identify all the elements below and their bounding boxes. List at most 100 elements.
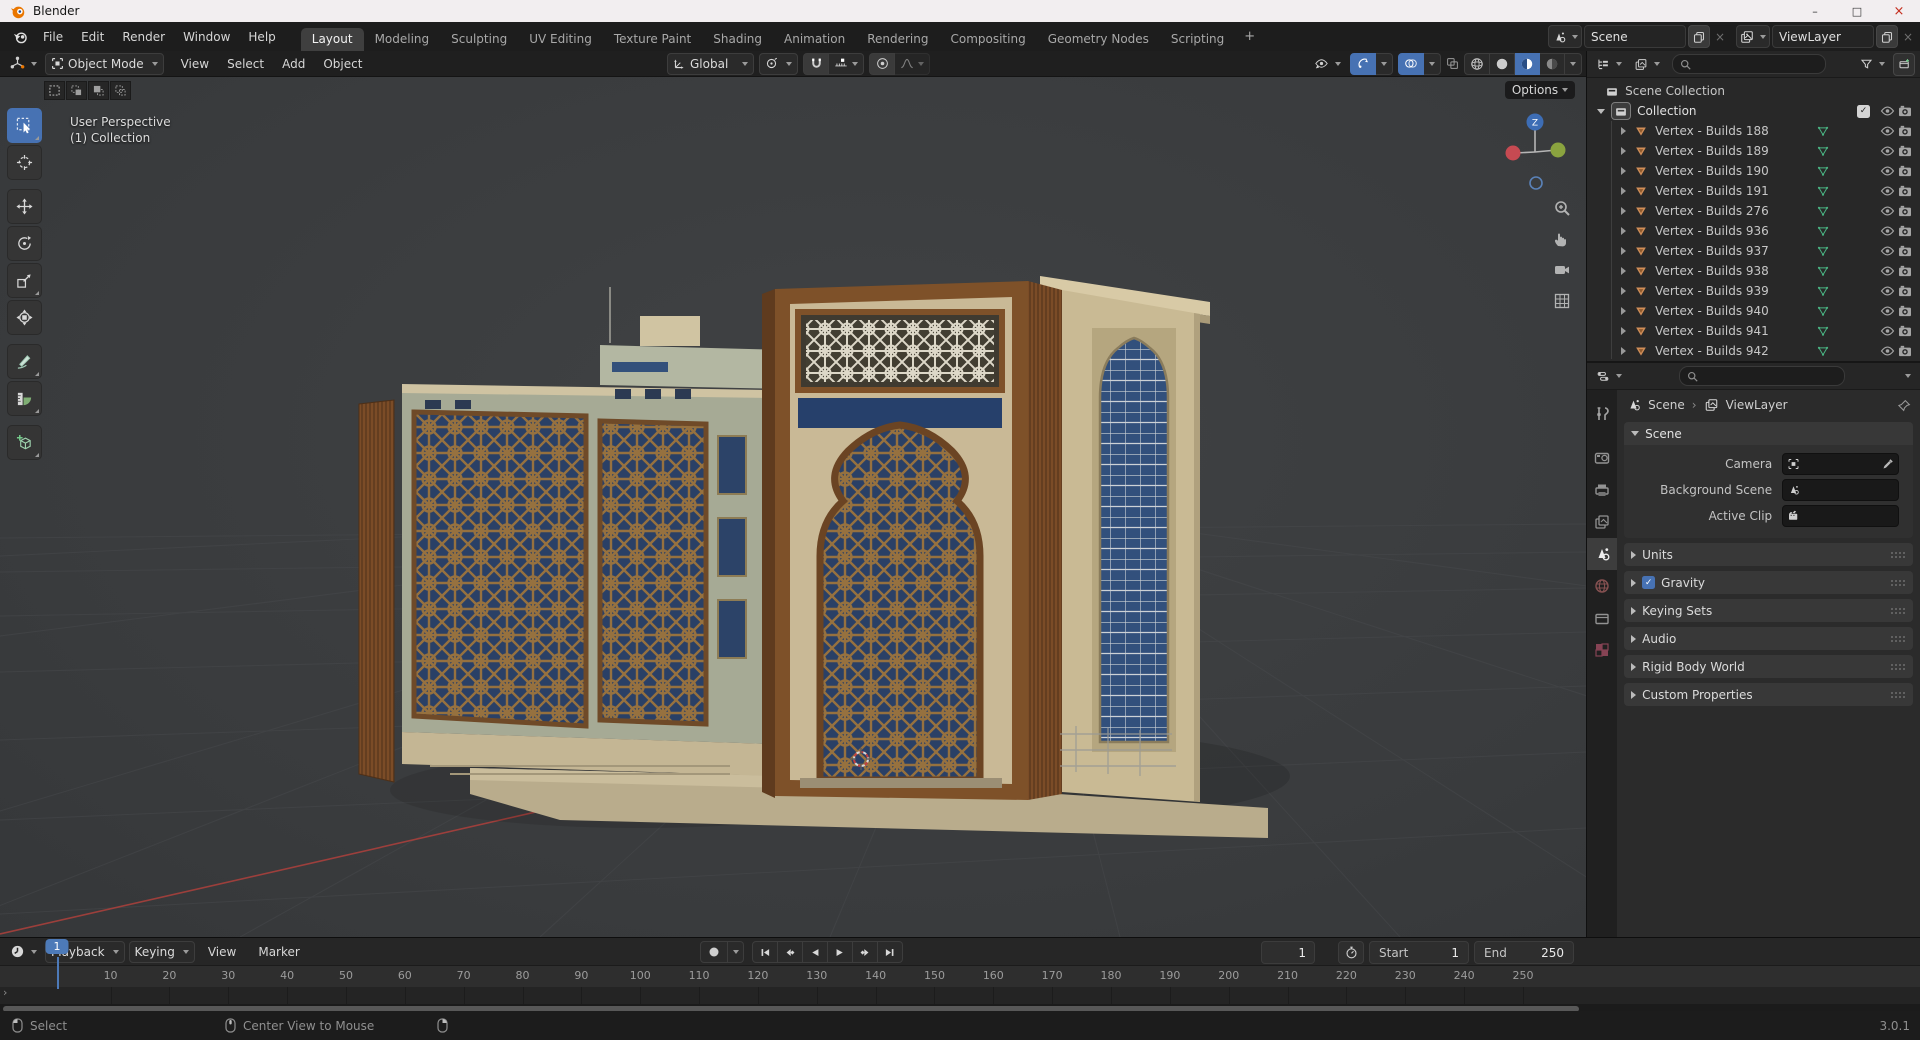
object-hide-eye-icon[interactable] xyxy=(1878,345,1896,357)
object-expand-icon[interactable] xyxy=(1621,267,1627,275)
close-button[interactable]: × xyxy=(1878,0,1920,22)
overlays-toggle[interactable] xyxy=(1398,52,1425,75)
timeline-editor-type-button[interactable] xyxy=(6,942,41,962)
select-mode-intersect[interactable] xyxy=(110,81,131,100)
keying-dropdown[interactable]: Keying xyxy=(128,940,195,963)
outliner-object-row[interactable]: Vertex - Builds 937 xyxy=(1587,241,1920,261)
property-panel-header[interactable]: ✓ Gravity xyxy=(1624,571,1913,594)
new-view-layer-button[interactable] xyxy=(1876,25,1898,48)
panel-grip-handle[interactable] xyxy=(1890,634,1906,643)
object-hide-eye-icon[interactable] xyxy=(1878,225,1896,237)
outliner-object-row[interactable]: Vertex - Builds 189 xyxy=(1587,141,1920,161)
object-expand-icon[interactable] xyxy=(1621,347,1627,355)
use-preview-range-button[interactable] xyxy=(1338,941,1364,964)
editor-type-button[interactable] xyxy=(6,54,41,74)
snap-settings-dropdown[interactable] xyxy=(829,52,865,75)
options-dropdown[interactable]: Options xyxy=(1504,81,1576,99)
shading-rendered-button[interactable] xyxy=(1540,52,1566,75)
workspace-tab[interactable]: Layout xyxy=(300,28,364,51)
gizmos-dropdown[interactable] xyxy=(1376,52,1394,75)
menu-item[interactable]: File xyxy=(34,28,72,46)
viewport-menu-item[interactable]: Select xyxy=(218,55,273,73)
camera-field[interactable] xyxy=(1782,453,1899,475)
breadcrumb-view-layer[interactable]: ViewLayer xyxy=(1726,398,1788,412)
pin-icon[interactable] xyxy=(1898,399,1911,412)
tool-transform[interactable] xyxy=(7,300,42,335)
menu-item[interactable]: Help xyxy=(239,28,284,46)
object-expand-icon[interactable] xyxy=(1621,187,1627,195)
play-button[interactable] xyxy=(828,941,853,963)
object-hide-eye-icon[interactable] xyxy=(1878,185,1896,197)
object-expand-icon[interactable] xyxy=(1621,227,1627,235)
object-render-camera-icon[interactable] xyxy=(1896,325,1914,337)
shading-dropdown[interactable] xyxy=(1565,52,1583,75)
properties-editor-type-button[interactable] xyxy=(1592,367,1626,385)
object-expand-icon[interactable] xyxy=(1621,247,1627,255)
object-hide-eye-icon[interactable] xyxy=(1878,325,1896,337)
zoom-icon[interactable] xyxy=(1551,197,1573,219)
outliner-object-row[interactable]: Vertex - Builds 188 xyxy=(1587,121,1920,141)
camera-view-icon[interactable] xyxy=(1551,259,1573,281)
tool-cursor[interactable] xyxy=(7,145,42,180)
object-expand-icon[interactable] xyxy=(1621,167,1627,175)
object-render-camera-icon[interactable] xyxy=(1896,225,1914,237)
current-frame-field[interactable]: 1 xyxy=(1261,941,1315,964)
scene-panel-header[interactable]: Scene xyxy=(1624,422,1913,445)
outliner-object-row[interactable]: Vertex - Builds 939 xyxy=(1587,281,1920,301)
object-expand-icon[interactable] xyxy=(1621,147,1627,155)
blender-menu-icon[interactable] xyxy=(6,30,34,44)
workspace-tab[interactable]: Texture Paint xyxy=(603,28,702,51)
outliner-object-row[interactable]: Vertex - Builds 940 xyxy=(1587,301,1920,321)
object-hide-eye-icon[interactable] xyxy=(1878,125,1896,137)
tab-collection[interactable] xyxy=(1587,602,1617,634)
object-render-camera-icon[interactable] xyxy=(1896,125,1914,137)
select-mode-subtract[interactable] xyxy=(88,81,109,100)
outliner-object-row[interactable]: Vertex - Builds 942 xyxy=(1587,341,1920,361)
tool-measure[interactable] xyxy=(7,381,42,416)
outliner-row-collection[interactable]: Collection ✓ xyxy=(1587,101,1920,121)
tab-output[interactable] xyxy=(1587,474,1617,506)
active-clip-field[interactable] xyxy=(1782,505,1899,527)
properties-search-input[interactable] xyxy=(1678,366,1845,386)
tab-texture[interactable] xyxy=(1587,634,1617,666)
visibility-dropdown[interactable] xyxy=(1310,54,1345,74)
collection-expand-icon[interactable] xyxy=(1597,108,1606,114)
object-render-camera-icon[interactable] xyxy=(1896,265,1914,277)
panel-grip-handle[interactable] xyxy=(1890,606,1906,615)
object-render-camera-icon[interactable] xyxy=(1896,165,1914,177)
pivot-point-dropdown[interactable] xyxy=(759,52,799,75)
new-collection-button[interactable] xyxy=(1893,52,1915,76)
outliner-object-row[interactable]: Vertex - Builds 938 xyxy=(1587,261,1920,281)
frame-start-field[interactable]: Start 1 xyxy=(1369,941,1469,964)
timeline-ruler[interactable]: 10 20 30 40 50 60 70 80 90 100 110 120 130 140 150 160 1… xyxy=(0,966,1920,987)
scene-browse-button[interactable] xyxy=(1548,25,1582,48)
object-hide-eye-icon[interactable] xyxy=(1878,145,1896,157)
select-mode-extend[interactable] xyxy=(66,81,87,100)
view-layer-browse-button[interactable] xyxy=(1736,25,1770,48)
scene-name-field[interactable]: Scene xyxy=(1584,25,1686,48)
tab-scene[interactable] xyxy=(1587,538,1618,570)
tool-tweak-select-box[interactable] xyxy=(7,108,42,143)
workspace-tab[interactable]: UV Editing xyxy=(518,28,603,51)
timeline-view-menu[interactable]: View xyxy=(199,943,245,961)
object-hide-eye-icon[interactable] xyxy=(1878,265,1896,277)
overlays-dropdown[interactable] xyxy=(1424,52,1442,75)
new-scene-button[interactable] xyxy=(1688,25,1710,48)
object-hide-eye-icon[interactable] xyxy=(1878,285,1896,297)
tool-add-cube[interactable] xyxy=(7,425,42,460)
properties-options-dropdown[interactable] xyxy=(1897,367,1915,385)
object-render-camera-icon[interactable] xyxy=(1896,185,1914,197)
playhead[interactable] xyxy=(56,957,59,989)
object-expand-icon[interactable] xyxy=(1621,307,1627,315)
object-render-camera-icon[interactable] xyxy=(1896,285,1914,297)
workspace-tab[interactable]: Rendering xyxy=(856,28,939,51)
viewport-menu-item[interactable]: View xyxy=(172,55,218,73)
collection-hide-eye-icon[interactable] xyxy=(1878,105,1896,117)
remove-view-layer-button[interactable]: × xyxy=(1900,26,1916,47)
object-render-camera-icon[interactable] xyxy=(1896,205,1914,217)
workspace-tab[interactable]: Shading xyxy=(702,28,773,51)
tool-scale[interactable] xyxy=(7,263,42,298)
tool-move[interactable] xyxy=(7,189,42,224)
mode-dropdown[interactable]: Object Mode xyxy=(45,52,164,75)
panel-grip-handle[interactable] xyxy=(1890,578,1906,587)
